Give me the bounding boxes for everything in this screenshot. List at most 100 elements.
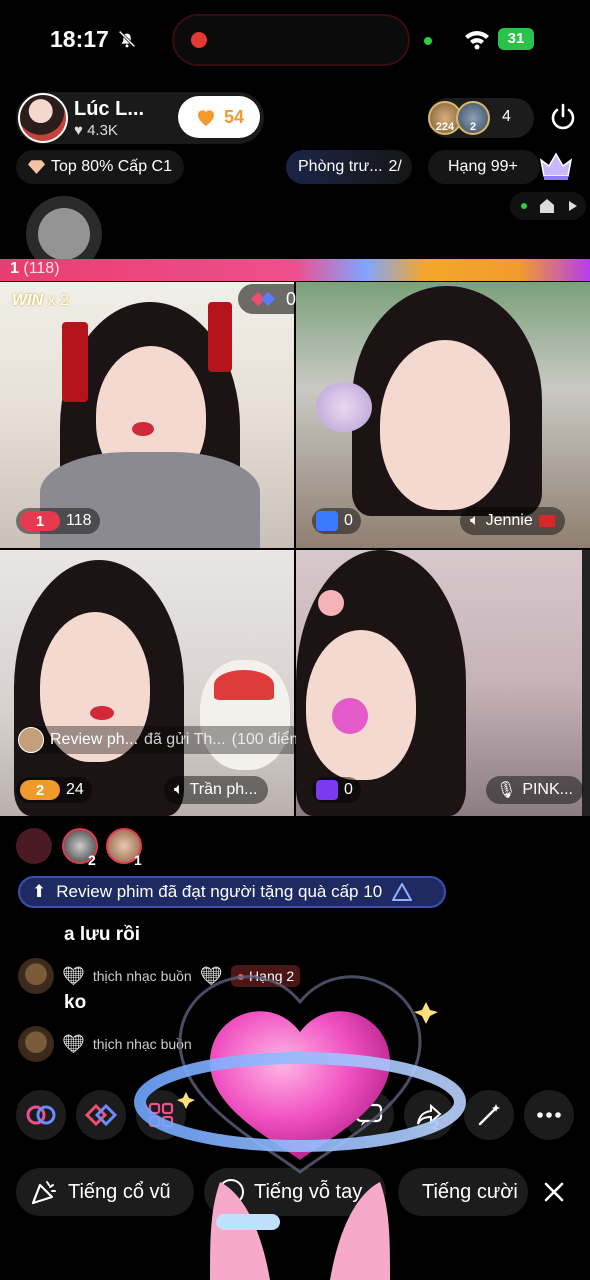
arrow-up-icon: ⬆︎ <box>32 882 47 901</box>
party-horn-icon <box>31 1181 56 1205</box>
flower-decoration <box>316 382 372 432</box>
vietnam-flag-icon <box>538 515 555 527</box>
battle-button[interactable] <box>76 1090 126 1140</box>
black-heart-icon: 🖤︎ <box>62 1033 85 1054</box>
magic-wand-icon <box>478 1104 500 1126</box>
tile-3-name-label: Trần ph... <box>189 781 258 798</box>
battle-rank-score: (118) <box>23 260 60 277</box>
tile-2-name[interactable]: 🔈︎ Jennie <box>460 507 565 535</box>
tile-4-name[interactable]: 🎙︎ PINK... <box>486 776 583 804</box>
win-count: x 2 <box>47 292 69 309</box>
gift-icon <box>316 780 338 800</box>
chat-message: a lưu rồi <box>64 924 141 945</box>
power-icon[interactable] <box>548 102 578 132</box>
camera-indicator <box>424 37 432 45</box>
status-time: 18:17 <box>50 26 109 52</box>
recording-dot <box>191 32 207 48</box>
more-dots-icon <box>537 1112 561 1118</box>
battle-rank: 1 (118) <box>10 260 60 278</box>
battle-icon <box>85 1103 117 1127</box>
sticker-decoration <box>332 698 368 734</box>
gift-sender: Review ph... <box>50 731 139 748</box>
mic-icon: 🎙︎ <box>496 782 517 799</box>
room-value: 2/ <box>388 158 402 175</box>
close-icon[interactable] <box>542 1180 566 1204</box>
speaker-icon: 🔈︎ <box>174 781 184 798</box>
heart-icon <box>197 110 214 126</box>
tile-1-rank: 1 <box>20 511 60 531</box>
crown-icon <box>539 152 573 180</box>
decoration <box>62 322 88 402</box>
win-label: WIN <box>12 292 44 309</box>
sofa-icon[interactable] <box>16 828 52 864</box>
tile-2-gift-count: 0 <box>344 512 353 529</box>
rank-chip[interactable]: Hạng 99+ <box>428 150 540 184</box>
decoration <box>208 302 232 372</box>
effects-button[interactable] <box>464 1090 514 1140</box>
host-likes-value: 4.3K <box>87 122 118 139</box>
top-level-chip[interactable]: Top 80% Cấp C1 <box>16 150 184 184</box>
viewer-avatar-count: 2 <box>469 121 477 133</box>
tile-3-score-value: 24 <box>66 781 84 798</box>
host-likes: ♥ 4.3K <box>74 122 118 139</box>
bell-muted-icon <box>118 30 136 48</box>
chat-message: ko <box>64 992 87 1013</box>
tile-2-gifts: 0 <box>312 508 361 534</box>
room-label: Phòng trư... <box>298 158 383 175</box>
room-chip[interactable]: Phòng trư... 2/ <box>286 150 412 184</box>
tile-3-score: 2 24 <box>16 777 92 803</box>
member-count: 2 <box>88 852 96 868</box>
sender-avatar <box>18 727 44 753</box>
tile-1-score-value: 118 <box>66 512 92 529</box>
gift-action: đã gửi Th... <box>144 731 226 748</box>
host-avatar[interactable] <box>18 93 68 143</box>
speaker-icon: 🔈︎ <box>470 512 480 529</box>
rank-label: Hạng 99+ <box>448 158 518 175</box>
battle-rank-label: 1 <box>10 260 19 277</box>
viewer-avatar-count: 224 <box>435 121 455 133</box>
tile-4-gifts: 0 <box>312 777 361 803</box>
viewer-avatar[interactable]: 2 <box>456 101 490 135</box>
win-streak: WIN x 2 <box>12 292 69 310</box>
lips-shape <box>90 706 114 720</box>
heart-gift-animation <box>134 975 466 1280</box>
tile-3-rank: 2 <box>20 780 60 800</box>
follow-count: 54 <box>223 106 245 127</box>
play-icon[interactable] <box>568 200 578 212</box>
level-banner: ⬆︎ Review phim đã đạt người tặng quà cấp… <box>18 876 446 908</box>
bunny-ear-filter <box>318 590 344 616</box>
tile-2-name-label: Jennie <box>485 512 533 529</box>
level-icon <box>392 883 413 901</box>
home-icon[interactable] <box>538 197 556 215</box>
plush-hat <box>214 670 274 700</box>
link-icon <box>26 1105 56 1125</box>
face-shape <box>380 340 510 510</box>
chat-avatar[interactable] <box>18 1026 54 1062</box>
level-banner-text: Review phim đã đạt người tặng quà cấp 10 <box>56 882 383 901</box>
tile-4-gift-count: 0 <box>344 781 353 798</box>
chat-avatar[interactable] <box>18 958 54 994</box>
follow-button[interactable]: 54 <box>178 96 260 138</box>
tile-3-name[interactable]: 🔈︎ Trần ph... <box>164 776 268 804</box>
host-name: Lúc L... <box>74 98 144 120</box>
top-level-label: Top 80% Cấp C1 <box>51 158 172 175</box>
gift-notification: Review ph... đã gửi Th... (100 điểm) <box>18 726 319 754</box>
dynamic-island <box>172 14 410 66</box>
gift-icon <box>316 511 338 531</box>
pk-link-button[interactable] <box>16 1090 66 1140</box>
battery-indicator: 31 <box>498 28 534 50</box>
more-button[interactable] <box>524 1090 574 1140</box>
tile-4-name-label: PINK... <box>522 781 573 798</box>
lips-shape <box>132 422 154 436</box>
battle-progress-bar <box>0 259 590 281</box>
member-count: 1 <box>134 852 142 868</box>
grid-gap <box>582 550 590 816</box>
wifi-icon <box>465 31 489 50</box>
mini-controls[interactable] <box>510 192 586 220</box>
viewer-count: 4 <box>502 108 511 125</box>
live-dot <box>521 203 527 209</box>
black-heart-icon: 🖤︎ <box>62 965 85 986</box>
diamond-icon <box>28 160 46 174</box>
tile-1-score: 1 118 <box>16 508 100 534</box>
battle-icon <box>251 292 275 306</box>
